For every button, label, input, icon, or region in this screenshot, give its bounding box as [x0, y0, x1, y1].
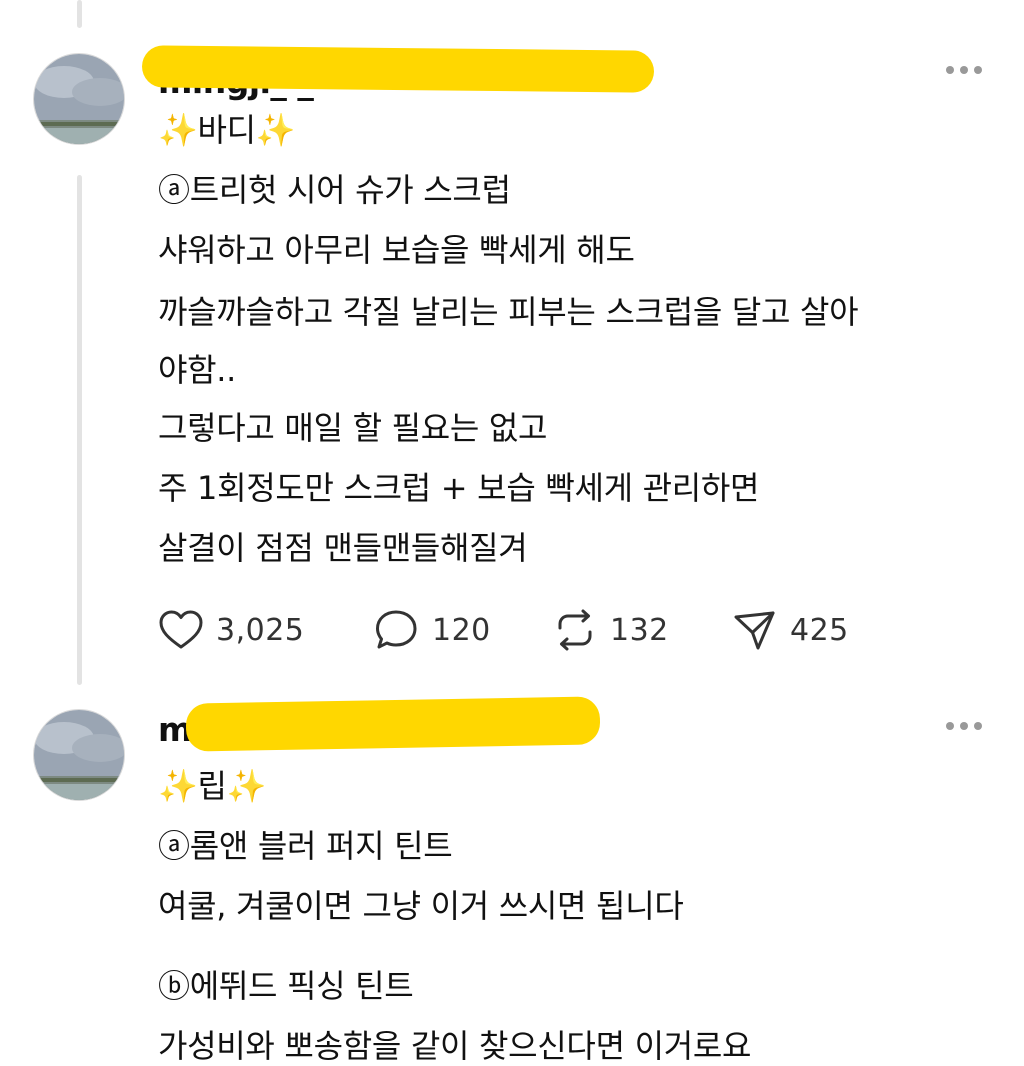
avatar[interactable] [33, 709, 125, 801]
repost-icon [558, 609, 592, 651]
more-options-icon[interactable] [946, 64, 982, 76]
post-title: ✨바디✨ [158, 111, 296, 149]
comment-button[interactable]: 120 [374, 608, 491, 652]
more-options-icon[interactable] [946, 720, 982, 732]
send-icon [734, 611, 775, 650]
repost-count: 132 [610, 612, 669, 648]
post-2: mingji_ _ ✨립✨ ⓐ롬앤 블러 퍼지 틴트 여쿨, 겨쿨이면 그냥 이… [0, 690, 1024, 1066]
avatar[interactable] [33, 53, 125, 145]
post-text-line: 야함.. [158, 351, 237, 389]
like-button[interactable]: 3,025 [158, 608, 304, 652]
post-text-line: ⓐ트리헛 시어 슈가 스크럽 [158, 171, 511, 209]
like-count: 3,025 [216, 612, 305, 648]
post-text-line: ⓑ에뛰드 픽싱 틴트 [158, 967, 414, 1005]
post-text-line: 여쿨, 겨쿨이면 그냥 이거 쓰시면 됩니다 [158, 887, 684, 925]
post-text-line: 샤워하고 아무리 보습을 빡세게 해도 [158, 231, 635, 269]
comment-icon [376, 610, 417, 649]
post-text-line: 살결이 점점 맨들맨들해질겨 [158, 529, 528, 567]
post-text-line: 가성비와 뽀송함을 같이 찾으신다면 이거로요 [158, 1027, 752, 1065]
post-1: mingji_ _ ✨바디✨ ⓐ트리헛 시어 슈가 스크럽 샤워하고 아무리 보… [0, 0, 1024, 690]
post-title: ✨립✨ [158, 767, 267, 805]
comment-count: 120 [432, 612, 491, 648]
redaction-mark [185, 696, 601, 752]
post-text-line: 주 1회정도만 스크럽 + 보습 빡세게 관리하면 [158, 469, 760, 507]
post-text-line: 까슬까슬하고 각질 날리는 피부는 스크럽을 달고 살아 [158, 293, 859, 331]
action-bar: 3,025 120 132 425 [158, 608, 918, 652]
share-count: 425 [790, 612, 849, 648]
post-text-line: 그렇다고 매일 할 필요는 없고 [158, 409, 548, 447]
share-button[interactable]: 425 [732, 608, 849, 652]
heart-icon [159, 610, 203, 649]
redaction-mark [141, 45, 655, 93]
repost-button[interactable]: 132 [552, 608, 669, 652]
post-text-line: ⓐ롬앤 블러 퍼지 틴트 [158, 827, 453, 865]
